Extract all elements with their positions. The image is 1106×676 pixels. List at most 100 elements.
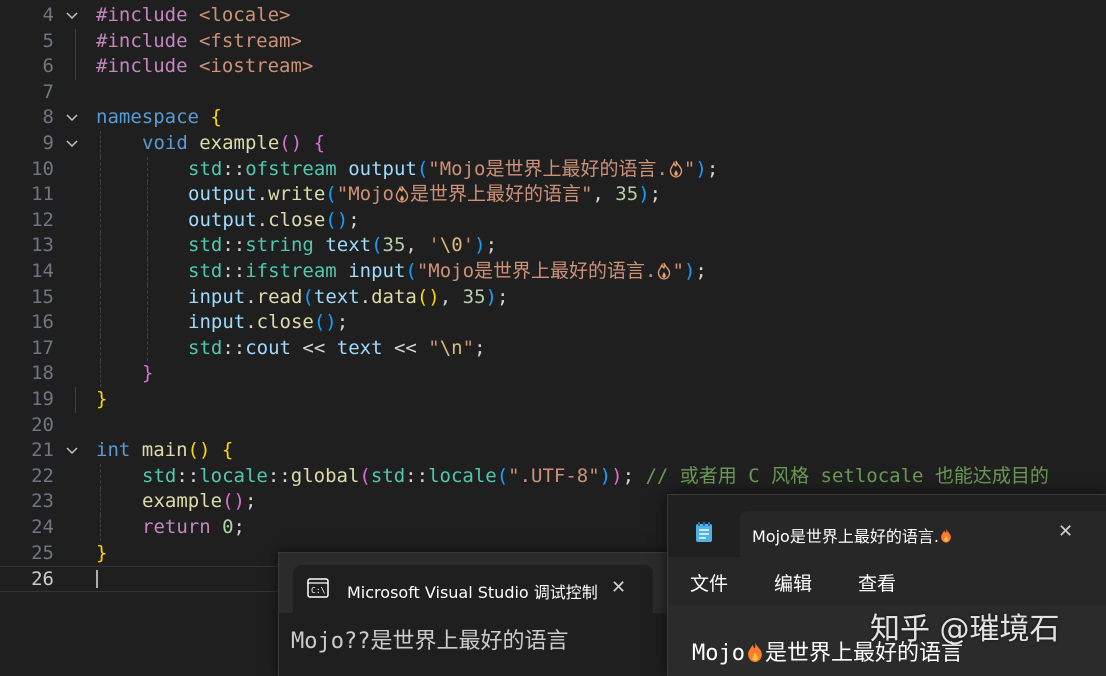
line-number: 23	[31, 490, 54, 513]
token: (	[496, 464, 509, 487]
menu-edit[interactable]: 编辑	[774, 569, 812, 596]
token: ;	[474, 336, 486, 359]
token: ::	[222, 234, 246, 257]
menu-view[interactable]: 查看	[858, 569, 896, 596]
code-line[interactable]: 9 void example() {	[0, 131, 1106, 157]
token: 0	[222, 516, 234, 538]
indent-guide	[100, 335, 101, 362]
line-number: 8	[42, 106, 54, 129]
line-number: 6	[42, 55, 54, 78]
token: "	[462, 336, 475, 359]
notepad-title: Mojo是世界上最好的语言.	[752, 523, 953, 547]
flame-icon	[748, 642, 762, 662]
token: \0	[439, 234, 463, 257]
token: ;	[695, 260, 707, 282]
console-icon: C:\	[307, 578, 329, 602]
token: output	[188, 208, 257, 231]
token: )	[474, 234, 486, 257]
code-line[interactable]: 22 std::locale::global(std::locale(".UTF…	[0, 463, 1106, 490]
token: input	[188, 285, 246, 308]
console-output-area[interactable]: Mojo??是世界上最好的语言	[279, 613, 667, 676]
console-tab[interactable]: C:\ Microsoft Visual Studio 调试控制台 ✕	[293, 565, 653, 613]
token: )	[599, 464, 612, 487]
token: .	[359, 285, 372, 308]
code-line[interactable]: 19 }	[0, 387, 1106, 413]
indent-guide	[147, 182, 148, 208]
indent-guide	[100, 310, 101, 336]
token: ::	[176, 464, 200, 487]
indent-guide	[147, 207, 148, 234]
indent-guide	[100, 182, 101, 208]
token: "Mojo	[336, 183, 394, 206]
flame-outline-icon	[669, 160, 683, 178]
token: input	[188, 311, 246, 334]
console-output: Mojo??是世界上最好的语言	[291, 629, 569, 654]
code-line[interactable]: 15 input.read(text.data(), 35);	[0, 284, 1106, 311]
line-number: 14	[31, 260, 54, 282]
indent-guide	[100, 233, 101, 259]
code-line[interactable]: 5 #include <fstream>	[0, 28, 1106, 55]
code-line[interactable]: 11 output.write("Mojo 是世界上最好的语言", 35);	[0, 182, 1106, 208]
close-icon[interactable]: ✕	[1058, 521, 1073, 542]
token: #include	[96, 55, 188, 78]
text-cursor	[96, 570, 98, 589]
notepad-window[interactable]: Mojo是世界上最好的语言. ✕ 文件 编辑 查看 Mojo 是世界上最好的语言	[667, 494, 1106, 676]
watermark: 知乎 @璀境石	[870, 612, 1060, 647]
token: "	[683, 157, 696, 180]
fold-chevron-icon[interactable]	[66, 131, 82, 148]
debug-console-window[interactable]: C:\ Microsoft Visual Studio 调试控制台 ✕ Mojo…	[278, 552, 668, 676]
fold-chevron-icon[interactable]	[66, 3, 82, 20]
token: (	[371, 234, 383, 257]
token: 35	[382, 234, 406, 257]
code-line[interactable]: 13 std::string text(35, '\0');	[0, 233, 1106, 259]
token: {	[210, 106, 222, 129]
indent-guide	[147, 259, 148, 285]
code-line[interactable]: 6 #include <iostream>	[0, 54, 1106, 80]
token: {	[221, 439, 234, 462]
token: global	[290, 464, 360, 487]
token: output	[348, 157, 417, 180]
code-line[interactable]: 20	[0, 413, 1106, 439]
code-line[interactable]: 10 std::ofstream output("Mojo是世界上最好的语言. "…	[0, 156, 1106, 183]
indent-guide	[147, 156, 148, 183]
code-line[interactable]: 14 std::ifstream input("Mojo是世界上最好的语言. ")…	[0, 259, 1106, 285]
token: std	[188, 234, 223, 257]
indent-guide	[100, 207, 101, 234]
code-line[interactable]: 4 #include <locale>	[0, 3, 1106, 29]
token: ()	[222, 490, 245, 513]
token: (	[359, 464, 371, 487]
notepad-menubar: 文件 编辑 查看	[668, 557, 1106, 605]
token: output	[188, 183, 257, 206]
token: std	[188, 336, 223, 359]
token: .	[256, 183, 269, 206]
code-line[interactable]: 18 }	[0, 361, 1106, 387]
close-icon[interactable]: ✕	[611, 577, 626, 598]
token: ()	[187, 439, 211, 462]
menu-file[interactable]: 文件	[690, 569, 728, 596]
line-number: 18	[31, 362, 54, 385]
token: "Mojo是世界上最好的语言.	[416, 260, 657, 282]
indent-guide	[100, 361, 101, 387]
token: ::	[222, 260, 246, 282]
line-number: 20	[31, 413, 54, 436]
indent-guide	[75, 28, 76, 55]
token: std	[370, 464, 406, 487]
token: ()	[313, 311, 337, 334]
fold-chevron-icon[interactable]	[66, 438, 82, 455]
token: }	[96, 388, 108, 410]
console-title: Microsoft Visual Studio 调试控制台	[347, 583, 597, 602]
code-line[interactable]: 17 std::cout << text << "\n";	[0, 335, 1106, 362]
token: <<	[382, 336, 429, 359]
line-number: 13	[31, 234, 54, 257]
code-line[interactable]: 7	[0, 80, 1106, 106]
code-line[interactable]: 8 namespace {	[0, 105, 1106, 131]
indent-guide	[100, 489, 101, 515]
code-line[interactable]: 16 input.close();	[0, 310, 1106, 336]
code-line[interactable]: 21 int main() {	[0, 438, 1106, 464]
token: ()	[416, 285, 440, 308]
token: ;	[233, 516, 245, 538]
token: .	[256, 208, 269, 231]
fold-chevron-icon[interactable]	[66, 105, 82, 122]
svg-text:C:\: C:\	[311, 586, 326, 595]
code-line[interactable]: 12 output.close();	[0, 207, 1106, 234]
